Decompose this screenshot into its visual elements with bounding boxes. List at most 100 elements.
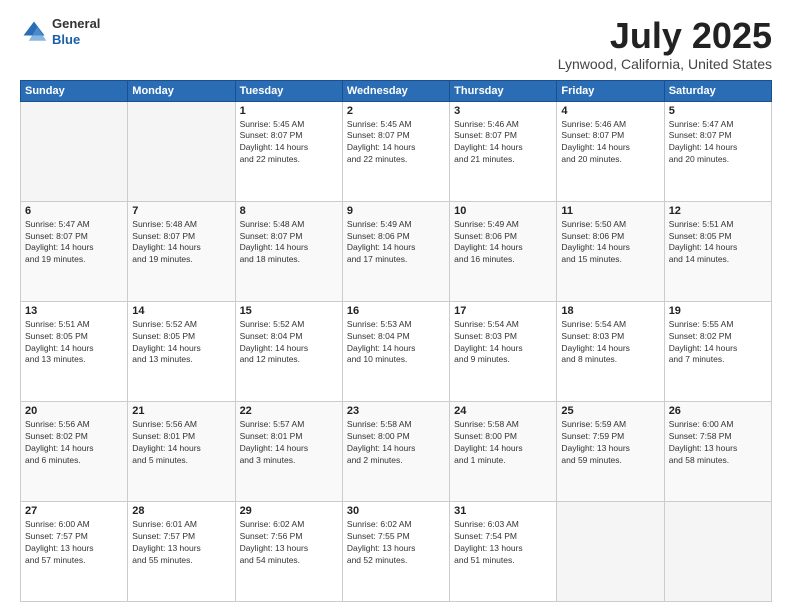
calendar-cell: 9Sunrise: 5:49 AM Sunset: 8:06 PM Daylig… [342,201,449,301]
day-number: 11 [561,205,659,217]
calendar-cell: 11 Sunrise: 5:50 AM Sunset: 8:06 PM Dayli… [557,201,664,301]
calendar-cell: 24 Sunrise: 5:58 AM Sunset: 8:00 PM Dayli… [450,401,557,501]
calendar-cell: 23 Sunrise: 5:58 AM Sunset: 8:00 PM Dayli… [342,401,449,501]
day-info: Sunrise: 5:58 AM Sunset: 8:00 PM Dayligh… [347,419,445,467]
calendar-cell: 27 Sunrise: 6:00 AM Sunset: 7:57 PM Dayli… [21,501,128,601]
day-number: 12 [669,205,767,217]
calendar-cell: 17 Sunrise: 5:54 AM Sunset: 8:03 PM Dayli… [450,301,557,401]
day-info: Sunrise: 5:55 AM Sunset: 8:02 PM Dayligh… [669,319,767,367]
day-number: 27 [25,505,123,517]
day-info: Sunrise: 6:00 AM Sunset: 7:57 PM Dayligh… [25,519,123,567]
weekday-header-row: SundayMondayTuesdayWednesdayThursdayFrid… [21,80,772,101]
calendar-cell: 22Sunrise: 5:57 AM Sunset: 8:01 PM Dayli… [235,401,342,501]
day-info: Sunrise: 5:49 AM Sunset: 8:06 PM Dayligh… [347,219,445,267]
day-info: Sunrise: 5:47 AM Sunset: 8:07 PM Dayligh… [25,219,123,267]
day-number: 20 [25,405,123,417]
day-number: 2 [347,105,445,117]
logo-icon [20,18,48,46]
day-number: 28 [132,505,230,517]
day-info: Sunrise: 6:03 AM Sunset: 7:54 PM Dayligh… [454,519,552,567]
day-number: 3 [454,105,552,117]
day-info: Sunrise: 5:54 AM Sunset: 8:03 PM Dayligh… [454,319,552,367]
day-info: Sunrise: 6:02 AM Sunset: 7:55 PM Dayligh… [347,519,445,567]
day-number: 19 [669,305,767,317]
calendar-cell [128,101,235,201]
day-number: 29 [240,505,338,517]
day-info: Sunrise: 5:52 AM Sunset: 8:04 PM Dayligh… [240,319,338,367]
day-number: 24 [454,405,552,417]
page-header: General Blue July 2025 Lynwood, Californ… [20,16,772,72]
day-info: Sunrise: 5:46 AM Sunset: 8:07 PM Dayligh… [454,119,552,167]
day-info: Sunrise: 5:51 AM Sunset: 8:05 PM Dayligh… [669,219,767,267]
day-number: 30 [347,505,445,517]
weekday-header-monday: Monday [128,80,235,101]
day-info: Sunrise: 5:56 AM Sunset: 8:02 PM Dayligh… [25,419,123,467]
calendar-cell: 31Sunrise: 6:03 AM Sunset: 7:54 PM Dayli… [450,501,557,601]
week-row-5: 27 Sunrise: 6:00 AM Sunset: 7:57 PM Dayli… [21,501,772,601]
calendar-cell: 3 Sunrise: 5:46 AM Sunset: 8:07 PM Daylig… [450,101,557,201]
day-info: Sunrise: 6:01 AM Sunset: 7:57 PM Dayligh… [132,519,230,567]
calendar-cell: 1 Sunrise: 5:45 AM Sunset: 8:07 PM Daylig… [235,101,342,201]
calendar-cell: 25Sunrise: 5:59 AM Sunset: 7:59 PM Dayli… [557,401,664,501]
day-info: Sunrise: 6:02 AM Sunset: 7:56 PM Dayligh… [240,519,338,567]
logo-text: General Blue [52,16,100,47]
weekday-header-wednesday: Wednesday [342,80,449,101]
calendar-cell: 2 Sunrise: 5:45 AM Sunset: 8:07 PM Daylig… [342,101,449,201]
day-info: Sunrise: 5:53 AM Sunset: 8:04 PM Dayligh… [347,319,445,367]
day-number: 16 [347,305,445,317]
day-number: 8 [240,205,338,217]
day-number: 7 [132,205,230,217]
week-row-2: 6Sunrise: 5:47 AM Sunset: 8:07 PM Daylig… [21,201,772,301]
calendar-cell: 15Sunrise: 5:52 AM Sunset: 8:04 PM Dayli… [235,301,342,401]
calendar-cell: 21 Sunrise: 5:56 AM Sunset: 8:01 PM Dayli… [128,401,235,501]
calendar-page: General Blue July 2025 Lynwood, Californ… [0,0,792,612]
day-number: 17 [454,305,552,317]
day-number: 4 [561,105,659,117]
calendar-cell [557,501,664,601]
calendar-cell: 14 Sunrise: 5:52 AM Sunset: 8:05 PM Dayli… [128,301,235,401]
week-row-3: 13Sunrise: 5:51 AM Sunset: 8:05 PM Dayli… [21,301,772,401]
day-number: 1 [240,105,338,117]
calendar-cell: 13Sunrise: 5:51 AM Sunset: 8:05 PM Dayli… [21,301,128,401]
calendar-subtitle: Lynwood, California, United States [558,56,772,72]
week-row-1: 1 Sunrise: 5:45 AM Sunset: 8:07 PM Daylig… [21,101,772,201]
day-number: 18 [561,305,659,317]
calendar-cell [21,101,128,201]
day-info: Sunrise: 5:47 AM Sunset: 8:07 PM Dayligh… [669,119,767,167]
logo: General Blue [20,16,100,47]
day-info: Sunrise: 5:48 AM Sunset: 8:07 PM Dayligh… [132,219,230,267]
calendar-cell: 7 Sunrise: 5:48 AM Sunset: 8:07 PM Daylig… [128,201,235,301]
day-info: Sunrise: 5:50 AM Sunset: 8:06 PM Dayligh… [561,219,659,267]
day-info: Sunrise: 5:51 AM Sunset: 8:05 PM Dayligh… [25,319,123,367]
calendar-cell: 16 Sunrise: 5:53 AM Sunset: 8:04 PM Dayli… [342,301,449,401]
weekday-header-tuesday: Tuesday [235,80,342,101]
calendar-cell: 20 Sunrise: 5:56 AM Sunset: 8:02 PM Dayli… [21,401,128,501]
day-info: Sunrise: 5:58 AM Sunset: 8:00 PM Dayligh… [454,419,552,467]
calendar-cell: 18Sunrise: 5:54 AM Sunset: 8:03 PM Dayli… [557,301,664,401]
calendar-cell: 19 Sunrise: 5:55 AM Sunset: 8:02 PM Dayli… [664,301,771,401]
day-info: Sunrise: 5:52 AM Sunset: 8:05 PM Dayligh… [132,319,230,367]
day-info: Sunrise: 5:45 AM Sunset: 8:07 PM Dayligh… [347,119,445,167]
calendar-cell: 5 Sunrise: 5:47 AM Sunset: 8:07 PM Daylig… [664,101,771,201]
calendar-cell: 26Sunrise: 6:00 AM Sunset: 7:58 PM Dayli… [664,401,771,501]
day-number: 14 [132,305,230,317]
calendar-cell: 4Sunrise: 5:46 AM Sunset: 8:07 PM Daylig… [557,101,664,201]
day-number: 23 [347,405,445,417]
calendar-cell: 6Sunrise: 5:47 AM Sunset: 8:07 PM Daylig… [21,201,128,301]
calendar-cell: 12 Sunrise: 5:51 AM Sunset: 8:05 PM Dayli… [664,201,771,301]
day-info: Sunrise: 5:56 AM Sunset: 8:01 PM Dayligh… [132,419,230,467]
day-info: Sunrise: 5:49 AM Sunset: 8:06 PM Dayligh… [454,219,552,267]
day-number: 21 [132,405,230,417]
day-info: Sunrise: 5:45 AM Sunset: 8:07 PM Dayligh… [240,119,338,167]
calendar-cell: 8Sunrise: 5:48 AM Sunset: 8:07 PM Daylig… [235,201,342,301]
calendar-cell: 29 Sunrise: 6:02 AM Sunset: 7:56 PM Dayli… [235,501,342,601]
calendar-cell: 28 Sunrise: 6:01 AM Sunset: 7:57 PM Dayli… [128,501,235,601]
title-block: July 2025 Lynwood, California, United St… [558,16,772,72]
weekday-header-thursday: Thursday [450,80,557,101]
calendar-cell [664,501,771,601]
weekday-header-sunday: Sunday [21,80,128,101]
day-number: 5 [669,105,767,117]
day-info: Sunrise: 5:57 AM Sunset: 8:01 PM Dayligh… [240,419,338,467]
day-number: 25 [561,405,659,417]
calendar-table: SundayMondayTuesdayWednesdayThursdayFrid… [20,80,772,602]
